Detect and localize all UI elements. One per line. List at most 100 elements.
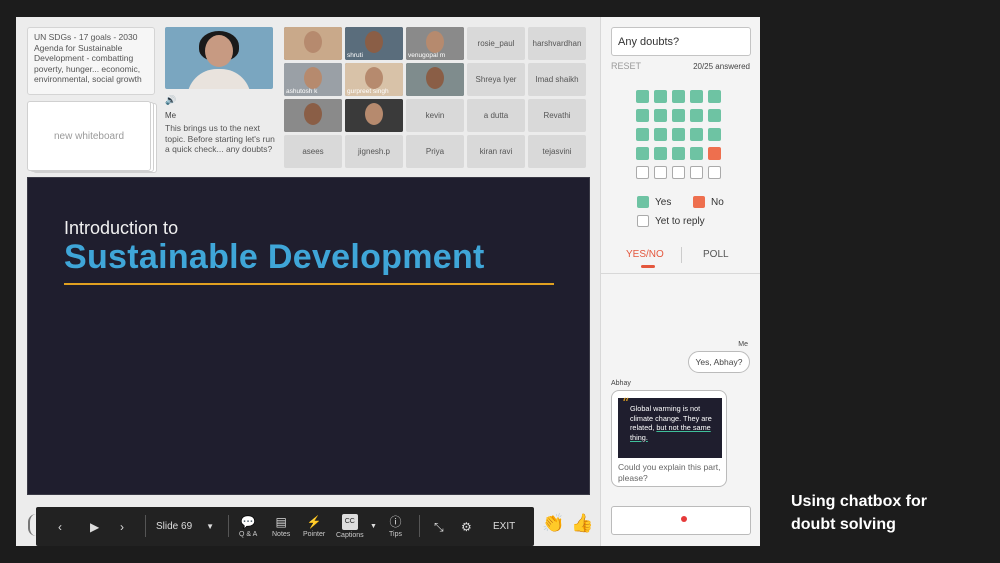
participant-name: Priya [425,147,445,156]
participant-face [304,31,322,53]
participant-tile[interactable]: Priya [406,135,464,168]
captions-label: Captions [336,532,364,539]
participant-tile[interactable] [406,63,464,96]
participant-tile[interactable]: tejasvini [528,135,586,168]
participant-tile[interactable]: ashutosh k [284,63,342,96]
qa-button[interactable]: 💬 Q & A [239,507,257,546]
slide-title-rule [64,283,554,285]
whiteboard-stack[interactable]: new whiteboard [27,101,157,173]
captions-icon: CC [341,514,358,530]
participant-name: kevin [425,111,445,120]
response-dot-pending [636,166,649,179]
tab-poll[interactable]: POLL [703,249,729,260]
reset-button[interactable]: RESET [611,61,641,71]
legend-no-swatch [693,196,705,208]
chevron-left-icon: ‹ [58,519,62,534]
response-dot-yes [636,128,649,141]
speaker-video[interactable] [165,27,273,89]
response-dot-yes [708,128,721,141]
exit-button[interactable]: EXIT [493,507,515,546]
thumbs-up-reaction-button[interactable]: 👍 [571,513,593,534]
collapse-handle-icon[interactable] [28,514,36,536]
exit-label: EXIT [493,521,516,532]
speaker-volume-icon[interactable]: 🔊 [165,95,176,106]
next-slide-button[interactable]: › [120,507,124,546]
tips-label: Tips [389,531,402,538]
participant-face [365,67,383,89]
participant-face [304,67,322,89]
agenda-text: UN SDGs - 17 goals - 2030 Agenda for Sus… [34,32,142,84]
response-dot-yes [636,90,649,103]
notes-button[interactable]: ▤ Notes [272,507,290,546]
chat-input[interactable] [611,506,751,535]
participant-tile[interactable]: Shreya Iyer [467,63,525,96]
chevron-right-icon: › [120,519,124,534]
participant-tile[interactable]: a dutta [467,99,525,132]
new-whiteboard-button[interactable]: new whiteboard [27,101,151,171]
response-dot-yes [672,147,685,160]
participant-tile[interactable]: Revathi [528,99,586,132]
legend-yes: Yes [637,196,671,208]
response-dot-yes [654,109,667,122]
panel-divider [601,273,760,274]
caret-down-icon: ▼ [206,522,215,531]
response-dot-yes [708,90,721,103]
question-field[interactable]: Any doubts? [611,27,751,56]
toolbar-divider [228,515,229,537]
participant-face [365,103,383,125]
participant-tile[interactable] [284,27,342,60]
participant-tile[interactable]: gurpreet singh [345,63,403,96]
settings-button[interactable]: ⚙ [461,507,472,546]
slide-selector[interactable]: Slide 69 ▼ [156,507,214,546]
response-dot-yes [672,128,685,141]
participant-tile[interactable]: venugopal m [406,27,464,60]
speaker-body [187,69,251,89]
response-dot-yes [636,147,649,160]
caption-line-1: Using chatbox for [791,493,928,510]
participant-tile[interactable]: kevin [406,99,464,132]
quoted-slide-snippet[interactable]: “ Global warming is not climate change. … [618,397,722,458]
record-indicator-icon [681,516,687,522]
participant-tile[interactable]: harshvardhan [528,27,586,60]
participant-tile[interactable]: rosie_paul [467,27,525,60]
response-dot-no [708,147,721,160]
participant-tile[interactable]: kiran ravi [467,135,525,168]
chat-me-label: Me [738,341,748,348]
response-dot-yes [690,90,703,103]
chat-message-me: Yes, Abhay? [688,351,750,373]
play-button[interactable]: ▶ [90,507,99,546]
qa-label: Q & A [239,531,258,538]
participant-face [304,103,322,125]
caret-down-icon: ▼ [370,523,377,530]
tab-yesno[interactable]: YES/NO [626,249,664,260]
prev-slide-button[interactable]: ‹ [58,507,62,546]
captions-options-button[interactable]: ▼ [370,507,377,546]
participant-grid: shruti venugopal m rosie_paul harshvardhan a… [284,27,589,168]
participant-tile[interactable]: Imad shaikh [528,63,586,96]
tips-button[interactable]: ⓘ Tips [389,507,402,546]
response-dot-yes [672,109,685,122]
participant-name: Imad shaikh [535,75,579,84]
minimize-button[interactable]: ⤡ [434,507,444,546]
participant-tile[interactable]: shruti [345,27,403,60]
participant-tile[interactable] [345,99,403,132]
clap-reaction-button[interactable]: 👏 [542,513,564,534]
participant-name: rosie_paul [477,39,515,48]
new-whiteboard-label: new whiteboard [53,130,125,142]
participant-tile[interactable]: jignesh.p [345,135,403,168]
tab-divider [681,247,682,263]
chat-abhay-label: Abhay [611,380,631,387]
notes-icon: ▤ [275,515,287,529]
captions-button[interactable]: CC Captions [336,507,364,546]
chat-message-abhay: “ Global warming is not climate change. … [611,390,727,487]
participant-tile[interactable] [284,99,342,132]
pointer-button[interactable]: ⚡ Pointer [303,507,325,546]
participant-name: harshvardhan [532,39,582,48]
response-dot-yes [690,128,703,141]
participant-name: shruti [347,52,363,59]
legend-yes-swatch [637,196,649,208]
video-caption: Using chatbox for doubt solving [791,490,927,536]
participant-tile[interactable]: asees [284,135,342,168]
agenda-note[interactable]: UN SDGs - 17 goals - 2030 Agenda for Sus… [27,27,155,95]
qa-chat-icon: 💬 [240,515,256,529]
